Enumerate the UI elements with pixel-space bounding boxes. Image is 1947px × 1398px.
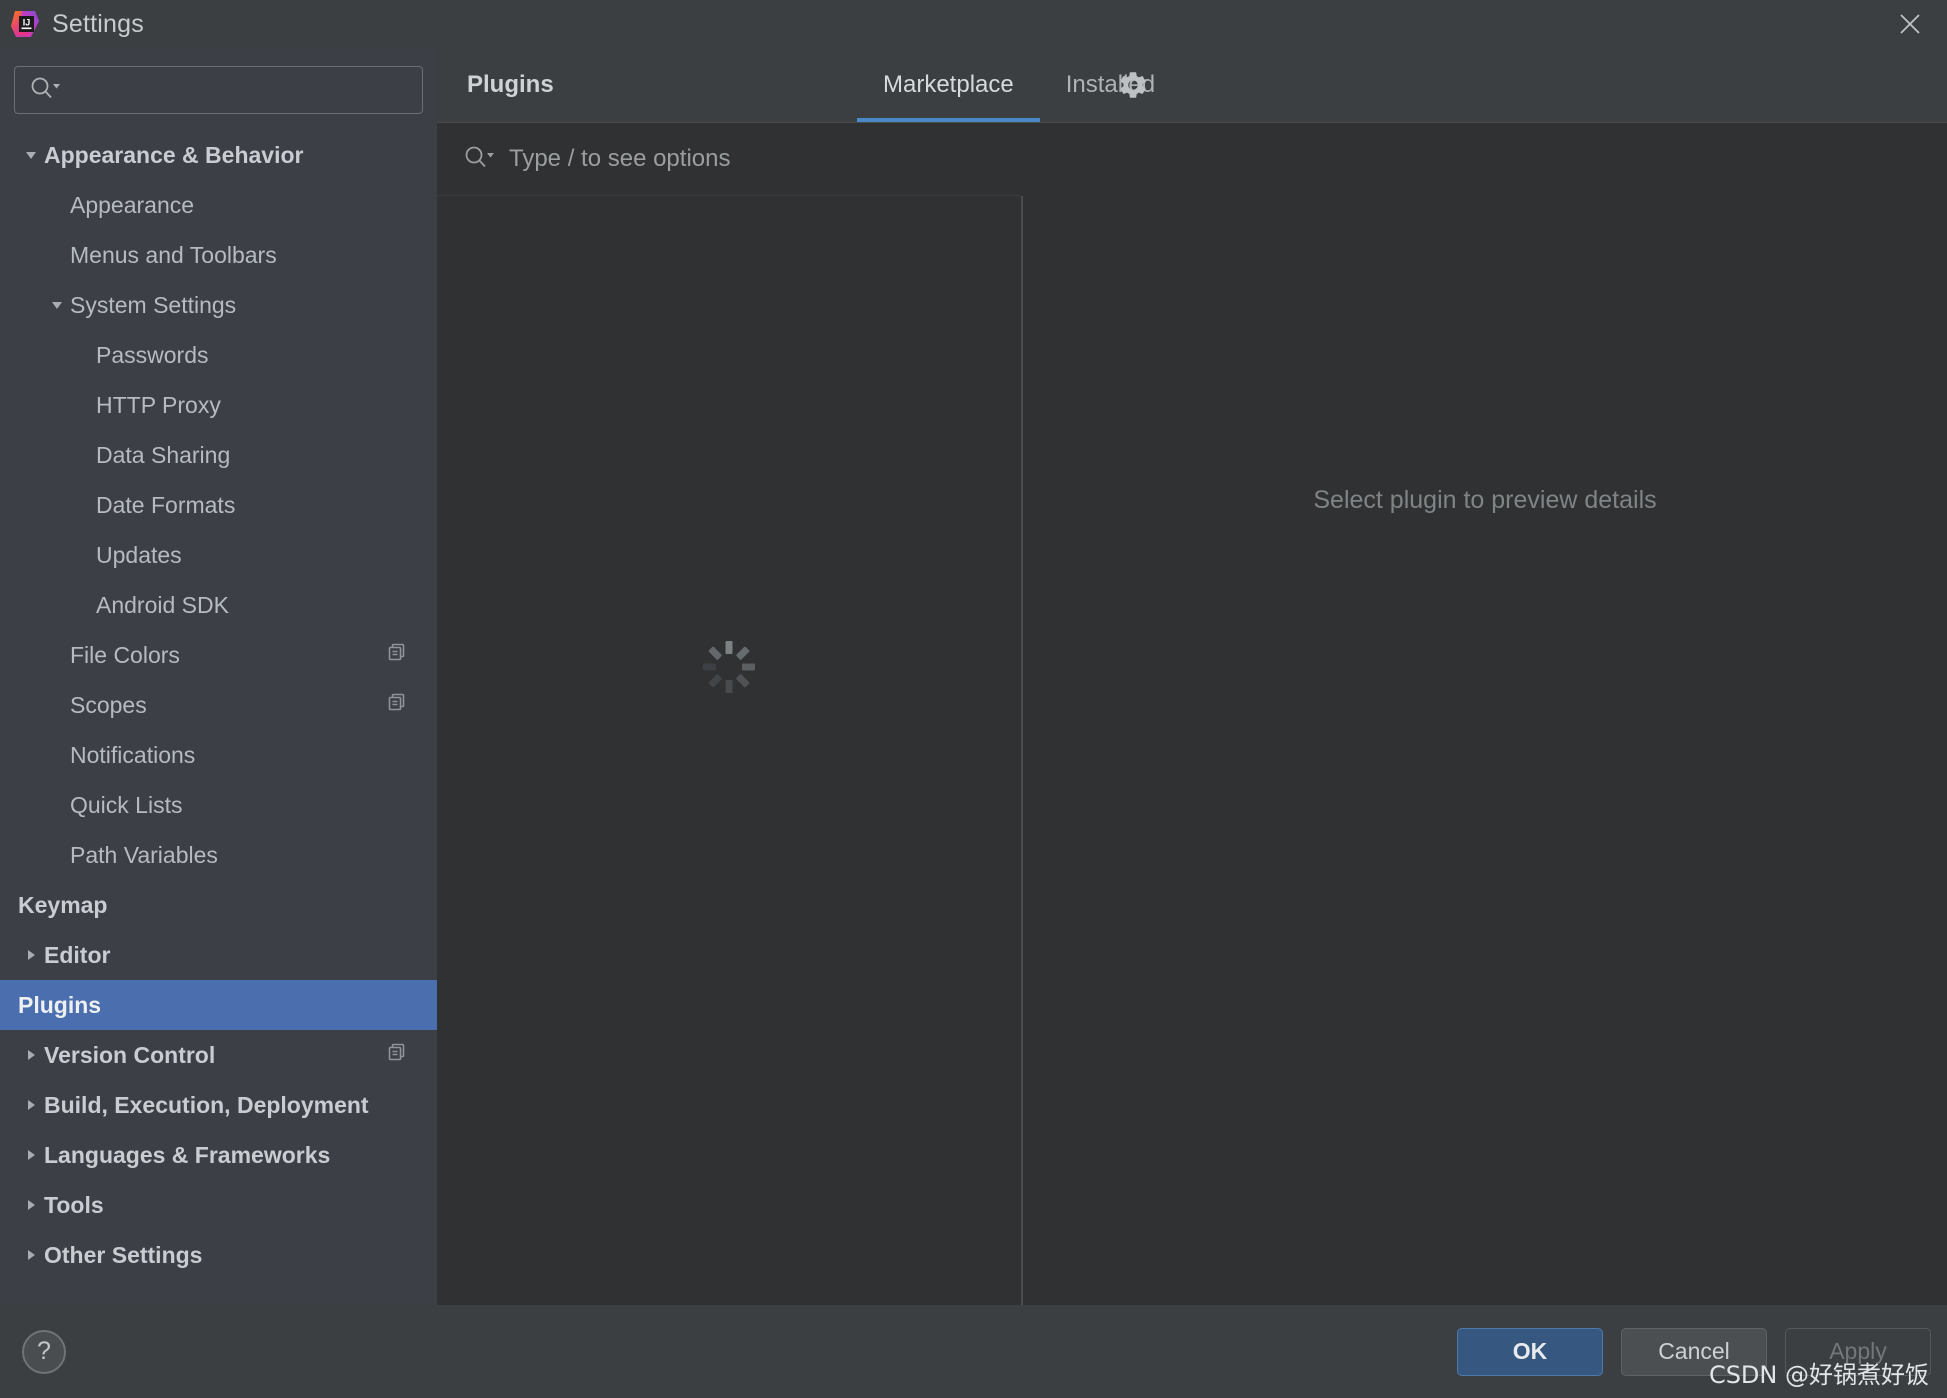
close-icon[interactable] [1887,1,1933,47]
sidebar-item-date-formats[interactable]: Date Formats [0,480,437,530]
sidebar-item-build-execution-deployment[interactable]: Build, Execution, Deployment [0,1080,437,1130]
copy-icon[interactable] [386,1041,408,1069]
chevron-down-icon[interactable] [44,297,70,313]
settings-search-box[interactable] [14,66,423,114]
sidebar-item-quick-lists[interactable]: Quick Lists [0,780,437,830]
sidebar-item-appearance-behavior[interactable]: Appearance & Behavior [0,130,437,180]
sidebar-item-passwords[interactable]: Passwords [0,330,437,380]
window-title: Settings [52,10,144,39]
plugin-search-placeholder: Type / to see options [509,145,730,173]
tab-label: Marketplace [883,71,1014,99]
plugins-panels: Select plugin to preview details [437,196,1947,1305]
sidebar-item-label: Menus and Toolbars [70,242,277,269]
intellij-idea-logo: IJ [8,7,42,41]
sidebar-item-label: HTTP Proxy [96,392,221,419]
sidebar-item-label: Version Control [44,1042,215,1069]
sidebar-item-label: Tools [44,1192,104,1219]
sidebar-item-label: Plugins [18,992,101,1019]
footer-actions: OK Cancel Apply [1457,1328,1931,1376]
sidebar-item-editor[interactable]: Editor [0,930,437,980]
dialog-footer: ? OKCancelApply CSDN @好锅煮好饭 [0,1305,1947,1398]
chevron-right-icon[interactable] [18,1047,44,1063]
sidebar-item-label: Appearance & Behavior [44,142,303,169]
copy-icon[interactable] [386,641,408,669]
chevron-down-icon[interactable] [18,147,44,163]
chevron-right-icon[interactable] [18,947,44,963]
ok-button[interactable]: OK [1457,1328,1603,1376]
sidebar-item-notifications[interactable]: Notifications [0,730,437,780]
question-mark-icon: ? [37,1337,51,1366]
sidebar-item-label: File Colors [70,642,180,669]
chevron-right-icon[interactable] [18,1247,44,1263]
sidebar-item-label: Other Settings [44,1242,202,1269]
sidebar-item-label: Scopes [70,692,147,719]
sidebar-item-path-variables[interactable]: Path Variables [0,830,437,880]
sidebar-item-label: Appearance [70,192,194,219]
sidebar-item-system-settings[interactable]: System Settings [0,280,437,330]
sidebar-item-label: Date Formats [96,492,235,519]
sidebar-item-languages-frameworks[interactable]: Languages & Frameworks [0,1130,437,1180]
settings-dialog: IJ Settings Ap [0,0,1947,1398]
page-title: Plugins [467,71,554,99]
sidebar-item-label: Android SDK [96,592,229,619]
sidebar-item-http-proxy[interactable]: HTTP Proxy [0,380,437,430]
apply-button: Apply [1785,1328,1931,1376]
tab-marketplace[interactable]: Marketplace [857,47,1040,122]
detail-empty-message: Select plugin to preview details [1313,486,1656,515]
chevron-right-icon[interactable] [18,1097,44,1113]
search-icon [463,144,495,175]
sidebar-item-label: Quick Lists [70,792,182,819]
sidebar-item-label: Keymap [18,892,107,919]
cancel-button[interactable]: Cancel [1621,1328,1767,1376]
sidebar-item-label: Passwords [96,342,208,369]
sidebar-item-menus-and-toolbars[interactable]: Menus and Toolbars [0,230,437,280]
plugins-content: Plugins MarketplaceInstalled Type / to s… [437,48,1947,1305]
gear-icon[interactable] [1109,61,1157,109]
sidebar-item-label: System Settings [70,292,236,319]
sidebar-item-appearance[interactable]: Appearance [0,180,437,230]
button-label: Apply [1829,1338,1887,1365]
svg-text:IJ: IJ [23,18,31,28]
button-label: OK [1513,1338,1548,1365]
sidebar-item-android-sdk[interactable]: Android SDK [0,580,437,630]
sidebar-item-scopes[interactable]: Scopes [0,680,437,730]
settings-tree: Appearance & Behavior Appearance Menus and… [0,130,437,1280]
sidebar-item-label: Path Variables [70,842,218,869]
plugins-header: Plugins MarketplaceInstalled [437,48,1947,123]
spinner-icon [698,636,760,703]
sidebar-item-keymap[interactable]: Keymap [0,880,437,930]
plugin-list-panel [437,196,1021,1305]
title-bar: IJ Settings [0,0,1947,48]
plugin-detail-panel: Select plugin to preview details [1023,196,1947,1305]
sidebar-item-label: Updates [96,542,182,569]
chevron-right-icon[interactable] [18,1147,44,1163]
button-label: Cancel [1658,1338,1730,1365]
sidebar-item-label: Data Sharing [96,442,230,469]
sidebar-item-other-settings[interactable]: Other Settings [0,1230,437,1280]
sidebar-item-file-colors[interactable]: File Colors [0,630,437,680]
sidebar-item-tools[interactable]: Tools [0,1180,437,1230]
sidebar-item-updates[interactable]: Updates [0,530,437,580]
copy-icon[interactable] [386,691,408,719]
sidebar-item-version-control[interactable]: Version Control [0,1030,437,1080]
sidebar-item-label: Editor [44,942,110,969]
sidebar-item-data-sharing[interactable]: Data Sharing [0,430,437,480]
sidebar-search-wrap [0,48,437,114]
search-icon [29,75,61,106]
sidebar-item-plugins[interactable]: Plugins [0,980,437,1030]
sidebar-item-label: Build, Execution, Deployment [44,1092,369,1119]
help-button[interactable]: ? [22,1330,66,1374]
sidebar-item-label: Notifications [70,742,195,769]
plugin-search-bar[interactable]: Type / to see options [437,123,1021,196]
sidebar-item-label: Languages & Frameworks [44,1142,330,1169]
settings-sidebar: Appearance & Behavior Appearance Menus and… [0,48,437,1305]
chevron-right-icon[interactable] [18,1197,44,1213]
